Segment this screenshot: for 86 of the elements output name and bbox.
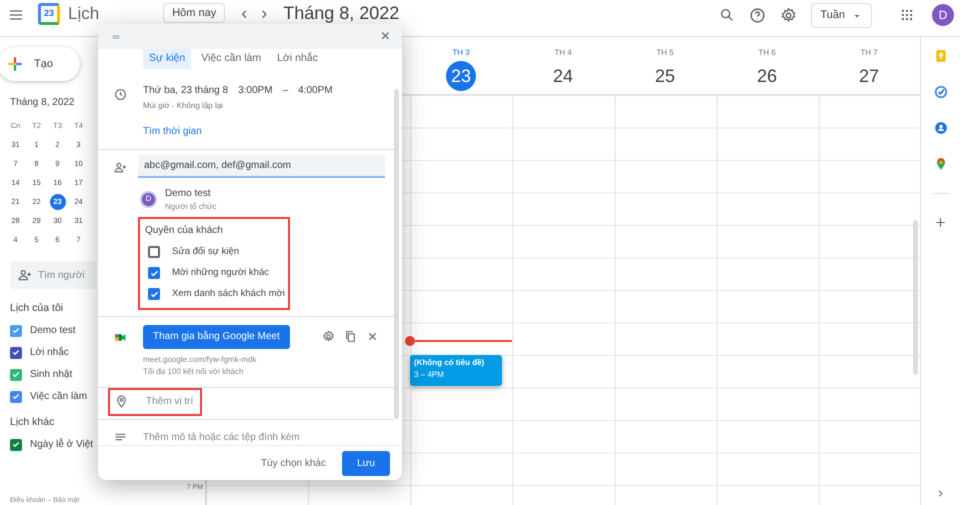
event-date[interactable]: Thứ ba, 23 tháng 8 (143, 83, 228, 98)
permission-checkbox[interactable] (148, 267, 160, 280)
search-icon[interactable] (719, 7, 736, 23)
calendar-name: Lời nhắc (30, 345, 69, 360)
checkmark-icon (150, 268, 158, 278)
create-button[interactable]: Tạo (0, 47, 80, 81)
day-number[interactable]: 26 (756, 61, 778, 91)
section-title: Lịch khác (10, 414, 56, 430)
clock-icon (114, 88, 127, 102)
next-button[interactable]: › (261, 3, 268, 23)
help-icon[interactable] (749, 7, 766, 24)
join-meet-button[interactable]: Tham gia bằng Google Meet (143, 324, 290, 349)
calendar-checkbox[interactable] (10, 346, 22, 359)
calendar-checkbox[interactable] (10, 390, 22, 403)
calendar-name: Ngày lễ ở Việt (30, 437, 94, 452)
event-time: 3 – 4PM (414, 369, 445, 381)
weekday-label: TH 6 (758, 47, 776, 59)
calendar-name: Sinh nhật (30, 368, 72, 382)
event-title: (Không có tiêu đề) (414, 357, 486, 369)
close-button[interactable]: × (380, 28, 390, 44)
dialog-tab[interactable]: Sự kiện (143, 49, 192, 70)
calendar-name: Việc cần làm (30, 390, 88, 404)
guests-field[interactable]: abc@gmail.com, def@gmail.com (138, 154, 385, 178)
contacts-icon[interactable] (934, 121, 948, 135)
dialog-tab[interactable]: Lời nhắc (271, 49, 324, 70)
recurrence-text[interactable]: Múi giờ - Không lặp lại (143, 100, 402, 112)
description-field[interactable]: Thêm mô tả hoặc các tệp đính kèm (143, 430, 402, 446)
time-dash: – (282, 84, 288, 98)
copy-icon[interactable] (344, 330, 357, 344)
scrollbar[interactable] (394, 89, 399, 419)
weekday-label: TH 4 (554, 47, 572, 59)
dialog-tab[interactable]: Việc cần làm (195, 49, 268, 70)
checkmark-icon (12, 348, 20, 358)
checkmark-icon (12, 440, 20, 449)
permission-label: Xem danh sách khách mời (172, 287, 285, 302)
start-time[interactable]: 3:00PM (238, 83, 273, 98)
location-field[interactable]: Thêm vị trí (108, 388, 202, 416)
organizer-avatar: D (140, 190, 157, 208)
checkmark-icon (12, 326, 20, 336)
find-time-link[interactable]: Tìm thời gian (143, 124, 202, 140)
scrollbar[interactable] (913, 220, 918, 375)
permission-label: Sửa đổi sự kiện (172, 245, 240, 260)
tasks-icon[interactable] (934, 85, 948, 99)
close-icon[interactable] (367, 331, 378, 342)
settings-icon[interactable] (322, 330, 335, 344)
checkmark-icon (12, 370, 20, 380)
checkmark-icon (150, 290, 158, 299)
end-time[interactable]: 4:00PM (298, 83, 333, 98)
view-dropdown[interactable]: Tuần (811, 3, 872, 28)
calendar-checkbox[interactable] (10, 438, 22, 450)
location-pin-icon (115, 395, 128, 408)
app-name: Lịch (68, 3, 100, 25)
month-title: Tháng 8, 2022 (283, 3, 400, 23)
meet-link[interactable]: meet.google.com/fyw-fgmk-mdk (143, 354, 402, 366)
day-number[interactable]: 23 (446, 61, 476, 91)
weekday-label: TH 7 (860, 47, 878, 59)
calendar-logo: 23 (38, 3, 60, 25)
save-button[interactable]: Lưu (342, 450, 390, 476)
more-options-button[interactable]: Tùy chọn khác (256, 456, 330, 470)
weekday-label: TH 5 (656, 47, 674, 59)
apps-icon[interactable] (900, 8, 914, 22)
people-icon (18, 268, 32, 282)
section-title: Lịch của tôi (10, 301, 64, 316)
permission-label: Mời những người khác (172, 266, 269, 280)
day-number[interactable]: 25 (654, 61, 676, 91)
permission-checkbox[interactable] (148, 246, 160, 258)
calendar-checkbox[interactable] (10, 324, 22, 337)
previous-button[interactable]: ‹ (241, 3, 248, 23)
plus-icon (6, 55, 24, 73)
meet-note: Tối đa 100 kết nối với khách (143, 366, 244, 378)
permissions-title: Quyền của khách (145, 224, 224, 238)
weekday-label: TH 3 (452, 47, 470, 59)
people-icon (114, 160, 127, 174)
calendar-checkbox[interactable] (10, 368, 22, 381)
organizer-role: Người tổ chức (165, 200, 217, 213)
add-icon[interactable] (934, 216, 947, 229)
checkmark-icon (12, 392, 20, 402)
today-button[interactable]: Hôm nay (163, 3, 226, 23)
mini-calendar-title: Tháng 8, 2022 (10, 96, 74, 110)
day-number[interactable]: 27 (858, 61, 880, 91)
permission-checkbox[interactable] (148, 288, 160, 300)
settings-icon[interactable] (780, 7, 798, 24)
calendar-name: Demo test (30, 324, 76, 338)
avatar[interactable]: D (932, 4, 954, 26)
organizer-name: Demo test (165, 186, 212, 201)
day-number[interactable]: 24 (552, 61, 574, 91)
